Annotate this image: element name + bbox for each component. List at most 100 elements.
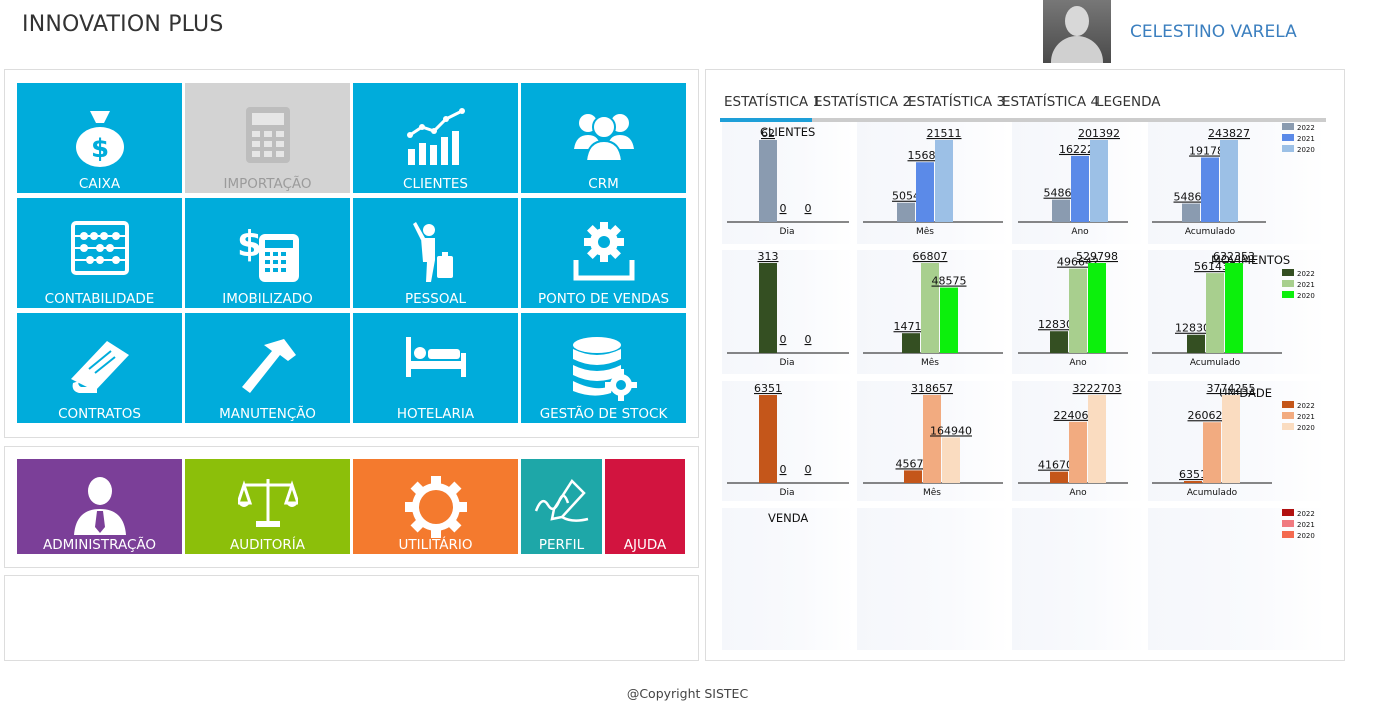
module-label: CONTABILIDADE bbox=[44, 291, 155, 307]
legend-label: 2020 bbox=[1297, 532, 1315, 540]
admin-tile-administra-o[interactable]: ADMINISTRAÇÃO bbox=[17, 459, 182, 554]
copyright-footer: @Copyright SISTEC bbox=[626, 686, 749, 701]
chart-bar bbox=[1088, 395, 1106, 483]
avatar[interactable] bbox=[1043, 0, 1111, 63]
data-label: 243827 bbox=[1208, 127, 1250, 140]
data-label: 48575 bbox=[932, 275, 967, 288]
data-label: 0 bbox=[805, 202, 812, 215]
module-tile-gest-o-de-stock[interactable]: GESTÃO DE STOCK bbox=[521, 313, 686, 423]
data-label: 62 bbox=[761, 127, 775, 140]
tab-estatistica-3[interactable]: ESTATÍSTICA 3 bbox=[908, 94, 1005, 110]
module-label: IMOBILIZADO bbox=[222, 291, 313, 307]
module-tile-contratos[interactable]: CONTRATOS bbox=[17, 313, 182, 423]
module-tile-imobilizado[interactable]: $ IMOBILIZADO bbox=[185, 198, 350, 308]
chart-bar bbox=[759, 140, 777, 222]
module-label: GESTÃO DE STOCK bbox=[539, 406, 668, 422]
chart-bar bbox=[942, 437, 960, 483]
module-label: PESSOAL bbox=[405, 291, 466, 307]
legend-swatch bbox=[1282, 401, 1294, 408]
category-label: Dia bbox=[780, 488, 795, 498]
module-tile-ponto-de-vendas[interactable]: PONTO DE VENDAS bbox=[521, 198, 686, 308]
category-label: Dia bbox=[780, 227, 795, 237]
tab-estatistica-2[interactable]: ESTATÍSTICA 2 bbox=[814, 94, 911, 110]
chart-bar bbox=[1090, 140, 1108, 222]
module-label: IMPORTAÇÃO bbox=[223, 176, 312, 192]
legend-label: 2021 bbox=[1297, 521, 1315, 529]
chart-bar bbox=[1206, 273, 1224, 353]
module-tile-hotelaria[interactable]: HOTELARIA bbox=[353, 313, 518, 423]
chart-bar bbox=[1050, 471, 1068, 483]
module-label: MANUTENÇÃO bbox=[219, 406, 316, 422]
admin-label: UTILITÁRIO bbox=[398, 537, 473, 553]
admin-tile-utilit-rio[interactable]: UTILITÁRIO bbox=[353, 459, 518, 554]
module-label: HOTELARIA bbox=[396, 406, 475, 422]
admin-tile-ajuda[interactable]: AJUDA bbox=[605, 459, 685, 554]
category-label: Mês bbox=[916, 226, 934, 237]
tab-legenda[interactable]: LEGENDA bbox=[1096, 94, 1161, 110]
legend-swatch bbox=[1282, 412, 1294, 419]
admin-tile-auditor-a[interactable]: AUDITORÍA bbox=[185, 459, 350, 554]
category-label: Ano bbox=[1069, 358, 1087, 368]
legend-label: 2021 bbox=[1297, 413, 1315, 421]
module-tile-caixa[interactable]: $ CAIXA bbox=[17, 83, 182, 193]
admin-label: AJUDA bbox=[623, 537, 667, 553]
tab-estatistica-4[interactable]: ESTATÍSTICA 4 bbox=[1002, 94, 1099, 110]
chart-bar bbox=[1069, 421, 1087, 483]
legend-swatch bbox=[1282, 531, 1294, 538]
module-tile-importa-o[interactable]: IMPORTAÇÃO bbox=[185, 83, 350, 193]
chart-bar bbox=[1069, 268, 1087, 353]
svg-text:$: $ bbox=[90, 134, 108, 164]
legend-swatch bbox=[1282, 269, 1294, 276]
chart-bar bbox=[940, 287, 958, 353]
module-tile-crm[interactable]: CRM bbox=[521, 83, 686, 193]
chart-bar bbox=[1201, 157, 1219, 222]
chart-bar bbox=[759, 263, 777, 353]
data-label: 318657 bbox=[911, 382, 953, 395]
data-label: 66807 bbox=[913, 250, 948, 263]
empty-panel bbox=[4, 575, 699, 661]
category-label: Acumulado bbox=[1187, 488, 1238, 498]
legend-label: 2020 bbox=[1297, 146, 1315, 154]
legend-swatch bbox=[1282, 134, 1294, 141]
data-label: 6351 bbox=[1179, 468, 1207, 481]
chart-bar bbox=[1220, 140, 1238, 222]
data-label: 164940 bbox=[930, 424, 972, 437]
data-label: 3222703 bbox=[1073, 382, 1122, 395]
legend-swatch bbox=[1282, 520, 1294, 527]
module-tile-clientes[interactable]: CLIENTES bbox=[353, 83, 518, 193]
data-label: 6351 bbox=[754, 382, 782, 395]
module-label: CAIXA bbox=[78, 176, 121, 192]
chart-bar bbox=[1225, 263, 1243, 353]
legend-label: 2020 bbox=[1297, 424, 1315, 432]
chart-bar bbox=[1187, 334, 1205, 353]
svg-text:$: $ bbox=[237, 224, 262, 265]
data-label: 201392 bbox=[1078, 127, 1120, 140]
tab-estatistica-1[interactable]: ESTATÍSTICA 1 bbox=[724, 94, 821, 110]
legend-swatch bbox=[1282, 423, 1294, 430]
module-tile-pessoal[interactable]: PESSOAL bbox=[353, 198, 518, 308]
legend-label: 2020 bbox=[1297, 292, 1315, 300]
module-tile-manuten-o[interactable]: MANUTENÇÃO bbox=[185, 313, 350, 423]
admin-label: AUDITORÍA bbox=[230, 537, 305, 553]
data-label: 0 bbox=[780, 463, 787, 476]
admin-label: ADMINISTRAÇÃO bbox=[42, 537, 157, 553]
chart-bar bbox=[916, 162, 934, 222]
legend-swatch bbox=[1282, 509, 1294, 516]
data-label: 0 bbox=[805, 463, 812, 476]
chart-bar bbox=[759, 395, 777, 483]
data-label: 632353 bbox=[1213, 250, 1255, 263]
admin-tile-perfil[interactable]: PERFIL bbox=[521, 459, 602, 554]
legend-swatch bbox=[1282, 123, 1294, 130]
module-tile-contabilidade[interactable]: CONTABILIDADE bbox=[17, 198, 182, 308]
data-label: 0 bbox=[780, 202, 787, 215]
data-label: 3774255 bbox=[1207, 382, 1256, 395]
legend-label: 2022 bbox=[1297, 510, 1315, 518]
category-label: Acumulado bbox=[1190, 358, 1241, 368]
app-title: INNOVATION PLUS bbox=[22, 12, 224, 37]
category-label: Acumulado bbox=[1185, 227, 1236, 237]
user-name[interactable]: CELESTINO VARELA bbox=[1130, 22, 1297, 42]
legend-label: 2022 bbox=[1297, 270, 1315, 278]
chart-bar bbox=[1182, 203, 1200, 222]
legend-label: 2021 bbox=[1297, 281, 1315, 289]
data-label: 313 bbox=[758, 250, 779, 263]
